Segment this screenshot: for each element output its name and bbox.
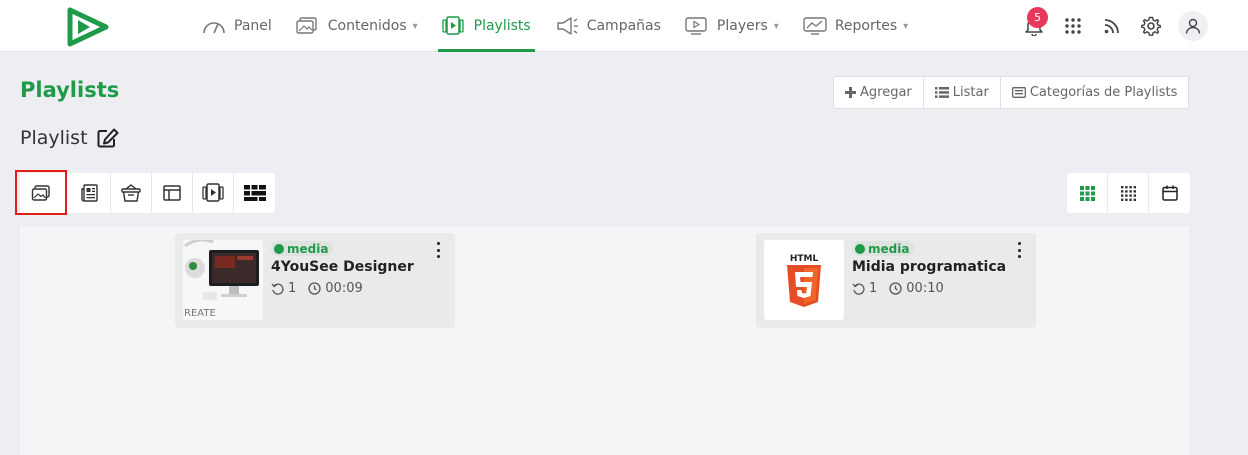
apps-button[interactable]	[1053, 0, 1092, 52]
media-tag: media	[852, 241, 915, 256]
calendar-icon	[1161, 185, 1178, 201]
notifications-button[interactable]: 5	[1014, 0, 1053, 52]
media-tag: media	[271, 241, 334, 256]
notification-badge: 5	[1027, 7, 1048, 28]
view-calendar-button[interactable]	[1149, 173, 1190, 213]
nav-item-players[interactable]: Players ▾	[673, 0, 791, 52]
more-options-icon[interactable]	[434, 242, 442, 258]
chevron-down-icon: ▾	[412, 20, 418, 32]
nav-item-campanas[interactable]: Campañas	[543, 0, 673, 52]
news-tool-button[interactable]	[70, 173, 111, 213]
page-title: Playlists	[20, 78, 120, 102]
gear-icon	[1140, 16, 1161, 36]
grid-small-icon	[1120, 185, 1136, 201]
repeat-icon	[852, 282, 865, 295]
item-meta: 1 00:10	[852, 281, 944, 296]
playlist-icon	[202, 183, 224, 202]
nav-label: Contenidos	[327, 18, 407, 34]
item-thumbnail: HTML	[764, 240, 844, 320]
designer-thumbnail-image: REATE	[183, 240, 263, 320]
item-title: Midia programatica	[852, 259, 1007, 275]
feed-button[interactable]	[1092, 0, 1131, 52]
edit-icon[interactable]	[97, 128, 119, 148]
media-icon	[31, 184, 50, 201]
nav-label: Reportes	[834, 18, 898, 34]
categories-button[interactable]: Categorías de Playlists	[1001, 77, 1189, 108]
tag-label: media	[868, 241, 910, 256]
rss-icon	[1104, 19, 1119, 34]
images-icon	[296, 16, 320, 36]
item-thumbnail: REATE	[183, 240, 263, 320]
playlist-item-card[interactable]: REATE media 4YouSee Designer 1 00:09	[175, 233, 455, 328]
layout-icon	[163, 185, 181, 201]
view-grid-small-button[interactable]	[1108, 173, 1149, 213]
add-button[interactable]: Agregar	[834, 77, 924, 108]
duration-value: 00:09	[325, 281, 363, 296]
report-icon	[803, 16, 827, 36]
playlist-icon	[441, 16, 466, 36]
categories-icon	[1011, 87, 1026, 98]
duration-value: 00:10	[906, 281, 944, 296]
settings-button[interactable]	[1131, 0, 1170, 52]
status-dot	[274, 243, 284, 254]
nav-item-panel[interactable]: Panel	[190, 0, 284, 52]
playlist-item-card[interactable]: HTML media Midia programatica 1 00:10	[756, 233, 1036, 328]
repeat-icon	[271, 282, 284, 295]
html5-logo-icon: HTML	[764, 240, 844, 320]
news-icon	[81, 184, 98, 202]
playlist-content-area: REATE media 4YouSee Designer 1 00:09 HTM…	[20, 226, 1189, 455]
tag-label: media	[287, 241, 329, 256]
grid-large-icon	[1079, 185, 1095, 201]
add-label: Agregar	[860, 85, 912, 100]
view-grid-large-button[interactable]	[1067, 173, 1108, 213]
header-actions: Agregar Listar Categorías de Playlists	[833, 76, 1190, 109]
avatar[interactable]	[1178, 11, 1208, 41]
playlist-name-text: Playlist	[20, 127, 88, 149]
list-label: Listar	[952, 85, 989, 100]
list-button[interactable]: Listar	[924, 77, 1001, 108]
basket-tool-button[interactable]	[111, 173, 152, 213]
nav-label: Campañas	[586, 18, 661, 34]
more-options-icon[interactable]	[1015, 242, 1023, 258]
player-icon	[685, 16, 709, 36]
list-icon	[934, 87, 949, 98]
nav-item-playlists[interactable]: Playlists	[430, 0, 543, 52]
status-dot	[855, 243, 865, 254]
grid-blocks-tool-button[interactable]	[234, 173, 275, 213]
chevron-down-icon: ▾	[773, 20, 779, 32]
view-mode-toolbar	[1067, 173, 1190, 213]
user-icon	[1185, 18, 1201, 34]
nav-label: Players	[716, 18, 768, 34]
basket-icon	[121, 184, 141, 202]
plus-icon	[845, 87, 856, 98]
nav-label: Playlists	[473, 18, 531, 34]
loops-value: 1	[288, 281, 297, 296]
playlist-name: Playlist	[20, 127, 119, 149]
content-type-toolbar	[15, 170, 275, 215]
nav-right-tools: 5	[1014, 0, 1208, 52]
chevron-down-icon: ▾	[903, 20, 909, 32]
gauge-icon	[202, 16, 226, 36]
item-title: 4YouSee Designer	[271, 259, 414, 275]
categories-label: Categorías de Playlists	[1029, 85, 1178, 100]
layout-tool-button[interactable]	[152, 173, 193, 213]
clock-icon	[889, 282, 902, 295]
megaphone-icon	[555, 16, 579, 36]
clock-icon	[308, 282, 321, 295]
grid-blocks-icon	[243, 185, 266, 201]
html-logo-text: HTML	[790, 254, 819, 264]
item-meta: 1 00:09	[271, 281, 363, 296]
nav-item-contenidos[interactable]: Contenidos ▾	[284, 0, 430, 52]
nav-label: Panel	[234, 18, 272, 34]
playlist-tool-button[interactable]	[193, 173, 234, 213]
main-nav: Panel Contenidos ▾ Playlists Campañas Pl…	[190, 0, 920, 52]
thumbnail-text: REATE	[184, 308, 216, 319]
nav-item-reportes[interactable]: Reportes ▾	[791, 0, 920, 52]
loops-value: 1	[869, 281, 878, 296]
top-navbar: Panel Contenidos ▾ Playlists Campañas Pl…	[0, 0, 1248, 52]
media-tool-button[interactable]	[15, 170, 67, 215]
apps-grid-icon	[1064, 18, 1081, 34]
logo-icon[interactable]	[66, 7, 114, 47]
